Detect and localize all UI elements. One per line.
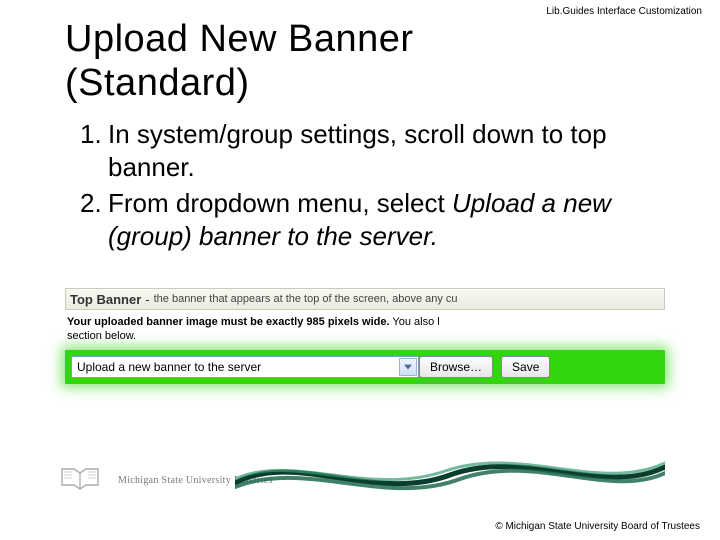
highlighted-row: Upload a new banner to the server Browse…	[65, 350, 665, 384]
step-text-plain: From dropdown menu, select	[108, 188, 452, 218]
wave-icon	[235, 453, 665, 502]
page-title: Upload New Banner (Standard)	[65, 18, 414, 105]
section-below-text: section below.	[67, 330, 665, 342]
requirement-bold: Your uploaded banner image must be exact…	[67, 316, 390, 328]
section-header: Top Banner - the banner that appears at …	[65, 288, 665, 310]
save-button[interactable]: Save	[501, 356, 550, 378]
step-text: In system/group settings, scroll down to…	[108, 118, 670, 183]
instruction-list: 1. In system/group settings, scroll down…	[80, 118, 670, 256]
step-number: 2.	[80, 187, 108, 252]
header-context: Lib.Guides Interface Customization	[546, 6, 702, 17]
button-row: Browse… Save	[419, 356, 550, 378]
footer-graphic: Michigan State University Libraries	[60, 445, 670, 495]
requirement-tail: You also l	[390, 316, 440, 328]
copyright-text: © Michigan State University Board of Tru…	[495, 521, 700, 532]
title-line-1: Upload New Banner	[65, 18, 414, 60]
list-item: 2. From dropdown menu, select Upload a n…	[80, 187, 670, 252]
save-label: Save	[512, 360, 539, 374]
section-description: the banner that appears at the top of th…	[154, 293, 458, 305]
list-item: 1. In system/group settings, scroll down…	[80, 118, 670, 183]
banner-upload-dropdown[interactable]: Upload a new banner to the server	[71, 356, 419, 378]
section-dash: -	[145, 292, 149, 307]
step-number: 1.	[80, 118, 108, 183]
browse-label: Browse…	[430, 360, 482, 374]
book-icon	[60, 463, 100, 496]
dropdown-value: Upload a new banner to the server	[77, 360, 261, 374]
screenshot-panel: Top Banner - the banner that appears at …	[65, 288, 665, 384]
requirement-text: Your uploaded banner image must be exact…	[67, 316, 665, 328]
step-text: From dropdown menu, select Upload a new …	[108, 187, 670, 252]
chevron-down-icon[interactable]	[399, 358, 417, 376]
title-line-2: (Standard)	[65, 62, 250, 104]
section-title: Top Banner	[70, 292, 141, 307]
browse-button[interactable]: Browse…	[419, 356, 493, 378]
